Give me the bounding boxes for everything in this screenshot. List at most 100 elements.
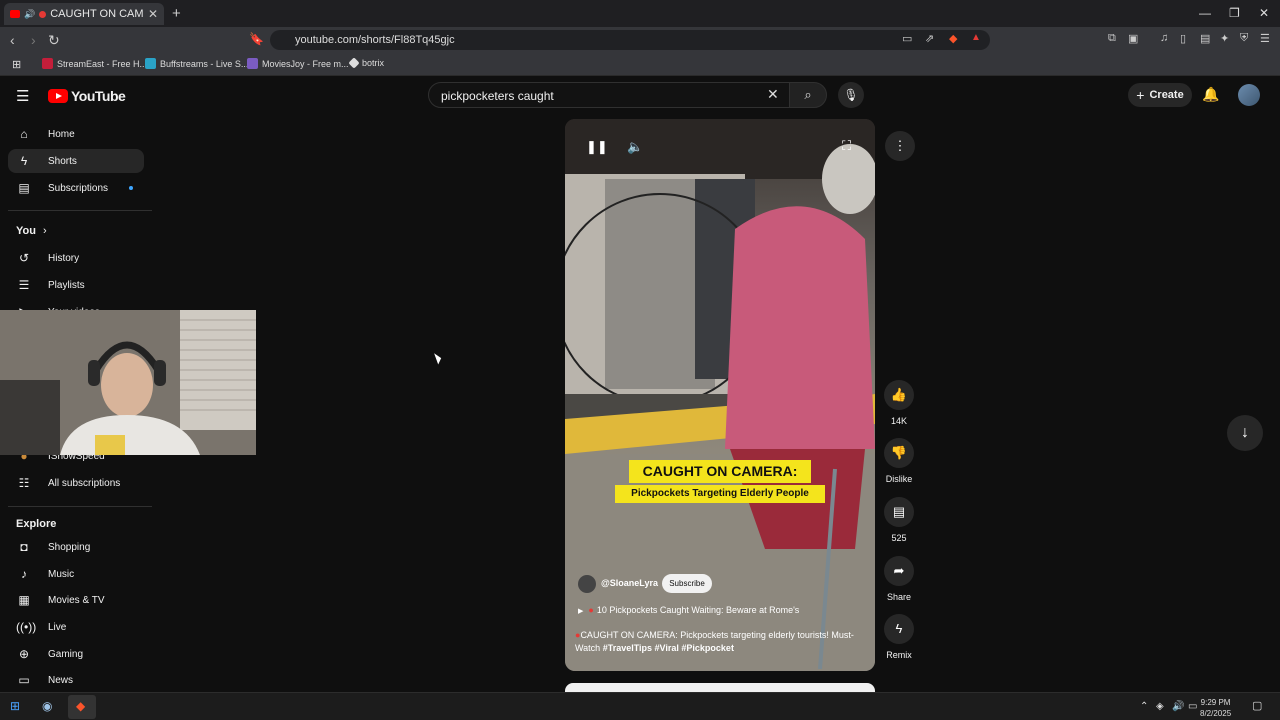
channel-avatar[interactable] [578, 575, 596, 593]
menu-icon[interactable]: ☰ [1260, 32, 1270, 45]
back-button[interactable]: ‹ [10, 32, 15, 48]
bookmark-item[interactable]: Buffstreams - Live S... [145, 58, 248, 69]
short-video-player[interactable] [565, 119, 875, 671]
bookmark-label: MoviesJoy - Free m... [262, 58, 349, 69]
kebab-menu-icon: ⋮ [893, 138, 907, 153]
bookmark-icon[interactable]: 🔖 [249, 32, 264, 46]
fullscreen-icon[interactable]: ⛶ [842, 138, 851, 154]
dislike-button[interactable]: 👎 Dislike [884, 438, 914, 484]
comments-button[interactable]: ▤ 525 [884, 497, 914, 543]
show-hidden-icons[interactable]: ⌃ [1140, 701, 1148, 712]
next-short-button[interactable]: ↓ [1227, 415, 1263, 451]
clock-date: 8/2/2025 [1200, 709, 1232, 718]
remix-button[interactable]: ϟ Remix [884, 614, 914, 660]
channel-name[interactable]: @SloaneLyra [601, 578, 658, 588]
close-tab-icon[interactable]: ✕ [148, 7, 158, 21]
buffstreams-icon [145, 58, 156, 69]
clock-time: 9:29 PM [1200, 698, 1231, 707]
sidebar-item-playlists[interactable]: ☰ Playlists [8, 273, 144, 297]
sidebar-item-live[interactable]: ((•)) Live [8, 615, 144, 639]
restore-button[interactable]: ❐ [1229, 6, 1240, 20]
sidebar-item-home[interactable]: ⌂ Home [8, 122, 144, 146]
browser-nav-bar: ‹ › ↻ 🔖 youtube.com/shorts/Fl88Tq45gjc ▭… [0, 27, 1280, 53]
bookmark-label: botrix [362, 58, 385, 68]
cast-icon[interactable]: ▭ [902, 32, 912, 45]
share-arrow-icon: ➦ [884, 556, 914, 586]
vpn-icon[interactable]: ⛨ [1240, 32, 1248, 45]
like-button[interactable]: 👍 14K [884, 380, 914, 426]
notification-center-icon[interactable]: ▢ [1252, 699, 1262, 712]
hamburger-menu-icon[interactable]: ☰ [16, 87, 29, 105]
subscribe-button[interactable]: Subscribe [662, 574, 712, 593]
voice-search-button[interactable]: 🎙 [838, 82, 864, 108]
forward-button[interactable]: › [31, 32, 36, 48]
network-tray-icon[interactable]: ◈ [1156, 701, 1164, 712]
brave-browser-icon[interactable]: ◆ [76, 699, 85, 713]
hashtags[interactable]: #TravelTips #Viral #Pickpocket [603, 643, 734, 653]
address-bar[interactable]: youtube.com/shorts/Fl88Tq45gjc [270, 30, 990, 50]
video-banner-subtitle: Pickpockets Targeting Elderly People [615, 485, 825, 503]
sidebar-item-history[interactable]: ↺ History [8, 246, 144, 270]
apps-grid-icon[interactable]: ⊞ [12, 58, 21, 71]
youtube-logo[interactable]: YouTube [48, 88, 126, 104]
you-heading-label: You [16, 225, 36, 237]
display-tray-icon[interactable]: ▭ [1188, 701, 1197, 712]
url-text: youtube.com/shorts/Fl88Tq45gjc [295, 34, 455, 46]
windows-start-icon[interactable]: ⊞ [10, 699, 20, 713]
notifications-bell-icon[interactable]: 🔔 [1202, 86, 1219, 103]
sidebar-item-news[interactable]: ▭ News [8, 668, 144, 692]
sidebar-item-label: Movies & TV [48, 594, 105, 606]
list-icon: ☷ [18, 476, 30, 490]
you-heading[interactable]: You › [16, 225, 47, 237]
sidebar-item-gaming[interactable]: ⊕ Gaming [8, 642, 144, 666]
sidebar-item-shorts[interactable]: ϟ Shorts [8, 149, 144, 173]
sidebar-toggle-icon[interactable]: ▯ [1180, 32, 1186, 45]
share-button[interactable]: ➦ Share [884, 556, 914, 602]
brave-shield-icon[interactable]: ◆ [949, 32, 957, 45]
leo-ai-icon[interactable]: ✦ [1220, 32, 1229, 45]
minimize-button[interactable]: — [1199, 6, 1211, 20]
window-close-button[interactable]: ✕ [1259, 6, 1269, 20]
sidebar-item-label: Shorts [48, 155, 77, 167]
more-options-button[interactable]: ⋮ [885, 131, 915, 161]
sidebar-item-label: All subscriptions [48, 477, 121, 489]
playlists-icon: ☰ [18, 278, 30, 292]
sidebar-item-label: Shopping [48, 541, 91, 553]
mouse-cursor-icon [434, 351, 443, 365]
dislike-label: Dislike [885, 474, 913, 484]
wallet-icon[interactable]: ▤ [1200, 32, 1210, 45]
media-icon[interactable]: ♫ [1160, 32, 1168, 44]
sidebar-item-movies-tv[interactable]: ▦ Movies & TV [8, 588, 144, 612]
new-tab-button[interactable]: + [172, 5, 181, 22]
bookmark-label: StreamEast - Free H... [57, 58, 148, 69]
reload-button[interactable]: ↻ [48, 32, 60, 49]
volume-tray-icon[interactable]: 🔊 [1172, 701, 1184, 712]
search-button[interactable]: ⌕ [789, 82, 827, 108]
bookmark-item[interactable]: StreamEast - Free H... [42, 58, 147, 69]
playlist-link[interactable]: ▶ ● 10 Pickpockets Caught Waiting: Beware … [578, 605, 799, 615]
search-input[interactable]: pickpocketers caught [428, 82, 790, 108]
plus-icon: + [1136, 87, 1145, 103]
youtube-header: ☰ YouTube pickpocketers caught ✕ ⌕ 🎙 + Cr… [0, 76, 1280, 116]
moviesjoy-icon [247, 58, 258, 69]
rewards-icon[interactable]: ▲ [971, 32, 981, 43]
avatar[interactable] [1238, 84, 1260, 106]
clear-search-icon[interactable]: ✕ [767, 86, 779, 103]
sidebar-item-music[interactable]: ♪ Music [8, 562, 144, 586]
system-clock[interactable]: 9:29 PM 8/2/2025 [1200, 697, 1231, 719]
sidebar-item-shopping[interactable]: ◘ Shopping [8, 535, 144, 559]
share-page-icon[interactable]: ⇗ [925, 32, 934, 45]
browser-tab[interactable]: 🔊 CAUGHT ON CAMERA: Pic ✕ [4, 3, 164, 25]
steam-icon[interactable]: ◉ [42, 699, 52, 713]
comment-count: 525 [891, 533, 907, 543]
bookmark-item[interactable]: MoviesJoy - Free m... [247, 58, 349, 69]
tab-search-icon[interactable]: ▣ [1128, 32, 1138, 45]
pause-icon[interactable]: ❚❚ [586, 139, 608, 155]
volume-icon[interactable]: 🔈 [627, 139, 643, 155]
sidebar-item-all-subscriptions[interactable]: ☷ All subscriptions [8, 471, 144, 495]
create-button[interactable]: + Create [1128, 83, 1192, 107]
bookmark-item[interactable]: botrix [348, 57, 385, 69]
extensions-icon[interactable]: ⧉ [1108, 32, 1116, 45]
shopping-bag-icon: ◘ [20, 540, 28, 554]
sidebar-item-subscriptions[interactable]: ▤ Subscriptions [8, 176, 144, 200]
